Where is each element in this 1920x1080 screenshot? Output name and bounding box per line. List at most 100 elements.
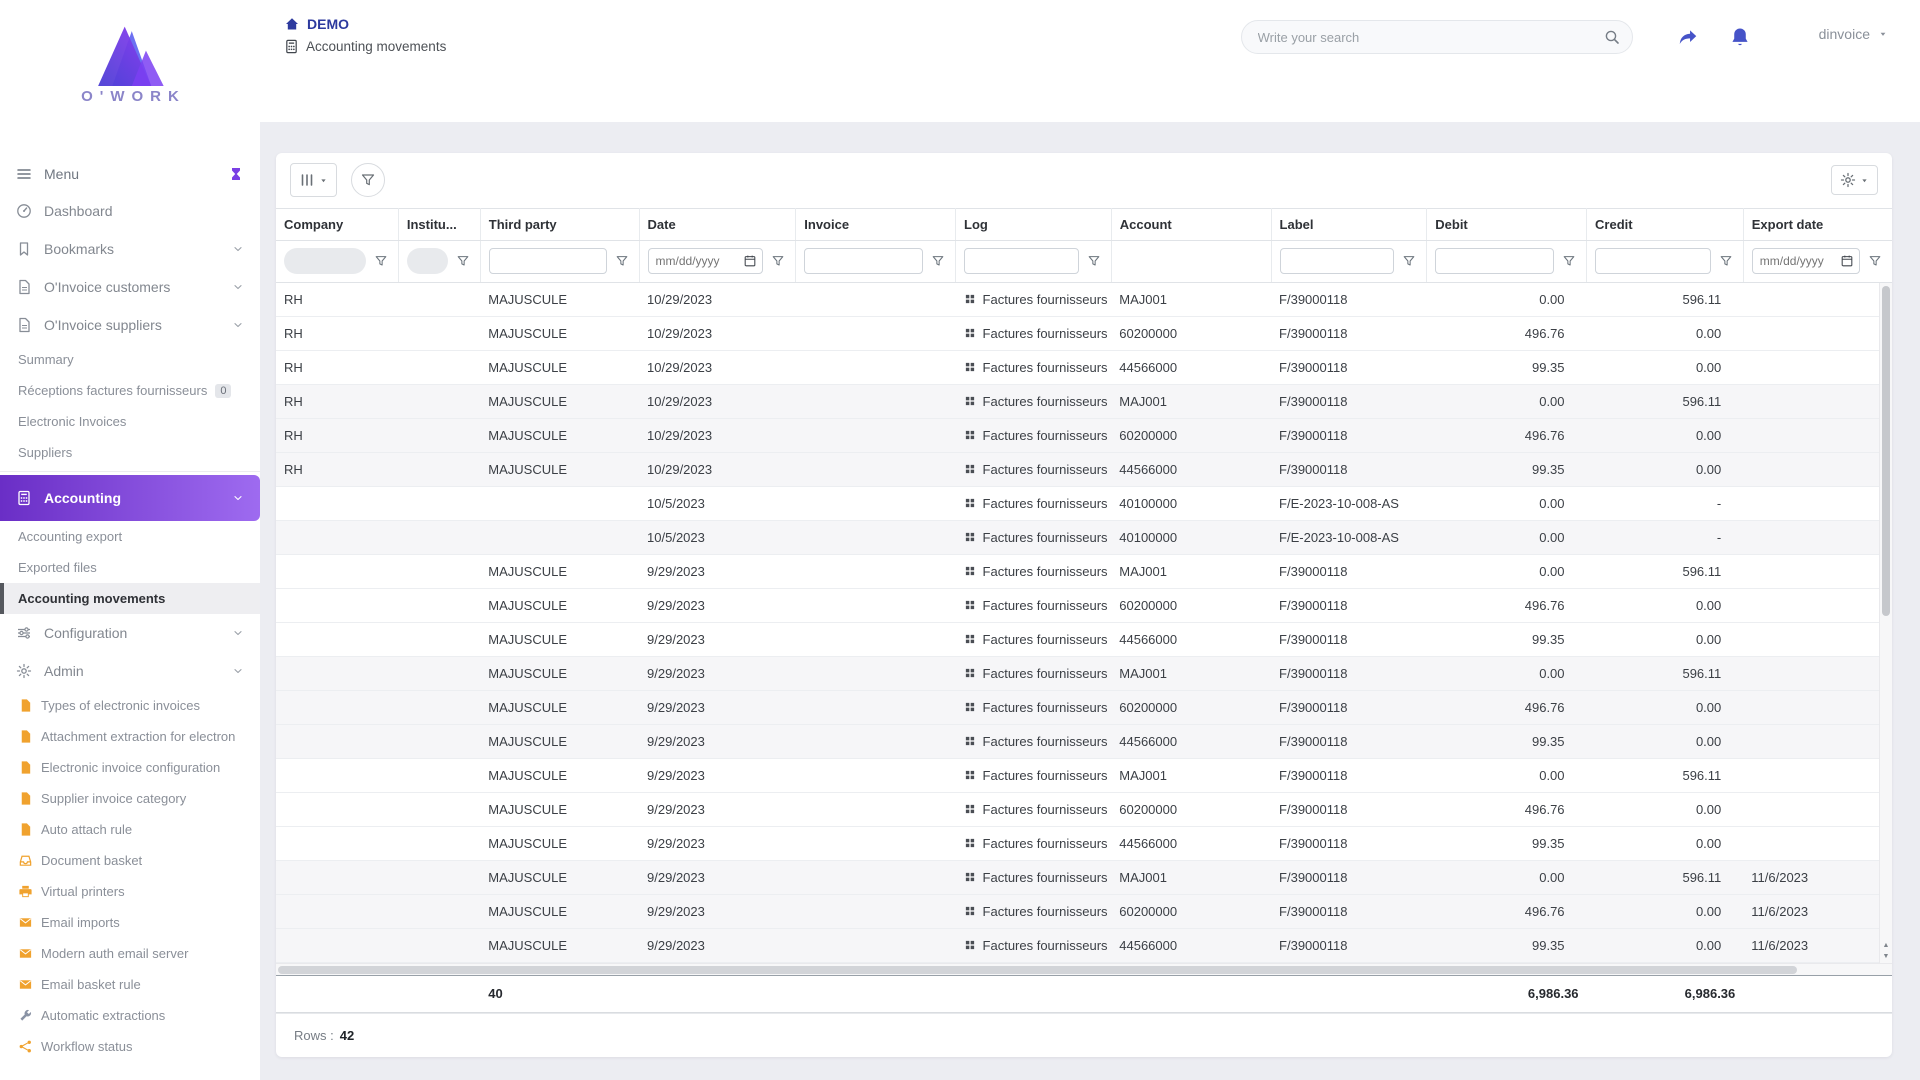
sidebar-subitem-supplier-invoice-category[interactable]: Supplier invoice category <box>0 783 260 814</box>
table-row[interactable]: RH MAJUSCULE 10/29/2023 Factures fournisseu… <box>276 316 1892 352</box>
sidebar-subitem-auto-attach-rule[interactable]: Auto attach rule <box>0 814 260 845</box>
sidebar-subitem-modern-auth-email-server[interactable]: Modern auth email server <box>0 938 260 969</box>
sidebar-item-configuration[interactable]: Configuration <box>0 614 260 652</box>
sidebar-subitem-electronic-invoices[interactable]: Electronic Invoices <box>0 406 260 437</box>
sidebar-subitem-suppliers[interactable]: Suppliers <box>0 437 260 468</box>
cell-log: Factures fournisseurs <box>955 860 1112 896</box>
table-row[interactable]: MAJUSCULE 9/29/2023 Factures fournisseurs M… <box>276 860 1892 896</box>
table-row[interactable]: RH MAJUSCULE 10/29/2023 Factures fournisseu… <box>276 350 1892 386</box>
table-row[interactable]: MAJUSCULE 9/29/2023 Factures fournisseurs 4… <box>276 928 1892 963</box>
sidebar-item-dashboard[interactable]: Dashboard <box>0 192 260 230</box>
horizontal-scrollbar-thumb[interactable] <box>278 965 1798 974</box>
horizontal-scrollbar[interactable] <box>276 962 1892 975</box>
table-row[interactable]: MAJUSCULE 9/29/2023 Factures fournisseurs 4… <box>276 826 1892 862</box>
sidebar-subitem-document-basket[interactable]: Document basket <box>0 845 260 876</box>
filter-funnel-export-date[interactable] <box>1864 250 1886 272</box>
column-header-third-party[interactable]: Third party <box>480 207 640 241</box>
table-row[interactable]: 10/5/2023 Factures fournisseurs 40100000 F/… <box>276 486 1892 522</box>
filter-funnel-credit[interactable] <box>1715 250 1737 272</box>
table-row[interactable]: MAJUSCULE 9/29/2023 Factures fournisseurs 6… <box>276 894 1892 930</box>
sidebar-subitem-types-of-electronic-invoices[interactable]: Types of electronic invoices <box>0 690 260 721</box>
sidebar-subitem-exported-files[interactable]: Exported files <box>0 552 260 583</box>
filter-input-log[interactable] <box>964 248 1079 275</box>
table-row[interactable]: MAJUSCULE 9/29/2023 Factures fournisseurs 6… <box>276 792 1892 828</box>
filter-funnel-log[interactable] <box>1083 250 1105 272</box>
sidebar-subitem-workflow-status[interactable]: Workflow status <box>0 1031 260 1062</box>
table-row[interactable]: MAJUSCULE 9/29/2023 Factures fournisseurs 4… <box>276 724 1892 760</box>
filter-funnel-third-party[interactable] <box>611 250 633 272</box>
table-row[interactable]: MAJUSCULE 9/29/2023 Factures fournisseurs M… <box>276 758 1892 794</box>
vertical-scrollbar-thumb[interactable] <box>1882 285 1890 616</box>
cell-institution <box>398 792 481 828</box>
filter-button[interactable] <box>351 163 385 198</box>
table-row[interactable]: RH MAJUSCULE 10/29/2023 Factures fournisseu… <box>276 452 1892 488</box>
table-row[interactable]: RH MAJUSCULE 10/29/2023 Factures fournisseu… <box>276 282 1892 318</box>
sidebar-subitem-attachment-extraction-for-electron[interactable]: Attachment extraction for electron <box>0 721 260 752</box>
sidebar-subitem-virtual-printers[interactable]: Virtual printers <box>0 876 260 907</box>
search-button[interactable] <box>1598 23 1626 51</box>
column-header-account[interactable]: Account <box>1111 207 1272 241</box>
filter-funnel-date[interactable] <box>767 250 789 272</box>
filter-funnel-institu[interactable] <box>452 250 474 272</box>
column-header-invoice[interactable]: Invoice <box>795 207 957 241</box>
scroll-down-button[interactable]: ▼ <box>1883 953 1890 961</box>
breadcrumb-app[interactable]: DEMO <box>284 16 446 32</box>
sidebar-subitem-summary[interactable]: Summary <box>0 344 260 375</box>
column-header-debit[interactable]: Debit <box>1426 207 1588 241</box>
notifications-button[interactable] <box>1725 22 1755 52</box>
hamburger-icon[interactable] <box>16 166 32 182</box>
sidebar-item-admin[interactable]: Admin <box>0 652 260 690</box>
columns-button[interactable] <box>290 163 337 198</box>
filter-date-input-export-date[interactable] <box>1759 254 1840 269</box>
sidebar-item-o-invoice-suppliers[interactable]: O'Invoice suppliers <box>0 306 260 344</box>
table-row[interactable]: RH MAJUSCULE 10/29/2023 Factures fournisseu… <box>276 418 1892 454</box>
table-row[interactable]: 10/5/2023 Factures fournisseurs 40100000 F/… <box>276 520 1892 556</box>
filter-input-debit[interactable] <box>1435 248 1555 275</box>
vertical-scrollbar[interactable]: ▲ ▼ <box>1879 282 1892 963</box>
sidebar-subitem-automatic-extractions[interactable]: Automatic extractions <box>0 1000 260 1031</box>
sidebar-subitem-accounting-movements[interactable]: Accounting movements <box>0 583 260 614</box>
column-header-company[interactable]: Company <box>276 207 399 241</box>
table-row[interactable]: MAJUSCULE 9/29/2023 Factures fournisseurs M… <box>276 554 1892 590</box>
sidebar-subitem-email-basket-rule[interactable]: Email basket rule <box>0 969 260 1000</box>
column-header-export-date[interactable]: Export date <box>1743 207 1892 241</box>
filter-funnel-invoice[interactable] <box>927 250 949 272</box>
table-row[interactable]: MAJUSCULE 9/29/2023 Factures fournisseurs 6… <box>276 588 1892 624</box>
cell-institution <box>398 928 481 963</box>
column-header-log[interactable]: Log <box>955 207 1112 241</box>
table-row[interactable]: RH MAJUSCULE 10/29/2023 Factures fournisseu… <box>276 384 1892 420</box>
table-row[interactable]: MAJUSCULE 9/29/2023 Factures fournisseurs 6… <box>276 690 1892 726</box>
filter-funnel-label[interactable] <box>1398 250 1420 272</box>
table-row[interactable]: MAJUSCULE 9/29/2023 Factures fournisseurs M… <box>276 656 1892 692</box>
column-header-institu[interactable]: Institu... <box>398 207 481 241</box>
user-menu[interactable]: dinvoice <box>1819 26 1888 42</box>
cell-account: 60200000 <box>1111 418 1272 454</box>
sidebar-subitem-email-imports[interactable]: Email imports <box>0 907 260 938</box>
column-header-date[interactable]: Date <box>639 207 797 241</box>
sidebar-item-bookmarks[interactable]: Bookmarks <box>0 230 260 268</box>
filter-input-label[interactable] <box>1279 248 1395 275</box>
column-header-credit[interactable]: Credit <box>1586 207 1744 241</box>
filter-funnel-company[interactable] <box>370 250 392 272</box>
filter-date-date[interactable] <box>647 248 764 275</box>
sidebar-item-o-invoice-customers[interactable]: O'Invoice customers <box>0 268 260 306</box>
share-button[interactable] <box>1673 22 1703 52</box>
filter-date-export-date[interactable] <box>1751 248 1860 275</box>
pin-icon[interactable] <box>228 166 244 182</box>
filter-input-third-party[interactable] <box>488 248 607 275</box>
filter-input-invoice[interactable] <box>804 248 924 275</box>
column-header-label[interactable]: Label <box>1271 207 1428 241</box>
search-input[interactable] <box>1257 29 1598 45</box>
cell-invoice <box>795 554 956 590</box>
filter-input-credit[interactable] <box>1595 248 1711 275</box>
filter-funnel-debit[interactable] <box>1558 250 1580 272</box>
cell-account: 44566000 <box>1111 452 1272 488</box>
table-row[interactable]: MAJUSCULE 9/29/2023 Factures fournisseurs 4… <box>276 622 1892 658</box>
sidebar-subitem-electronic-invoice-configuration[interactable]: Electronic invoice configuration <box>0 752 260 783</box>
sidebar-subitem-accounting-export[interactable]: Accounting export <box>0 521 260 552</box>
settings-button[interactable] <box>1831 165 1878 196</box>
sidebar-item-accounting[interactable]: Accounting <box>0 475 260 521</box>
scroll-up-button[interactable]: ▲ <box>1883 942 1890 950</box>
filter-date-input-date[interactable] <box>655 254 744 269</box>
sidebar-subitem-r-ceptions-factures-fournisseurs[interactable]: Réceptions factures fournisseurs 0 <box>0 375 260 406</box>
